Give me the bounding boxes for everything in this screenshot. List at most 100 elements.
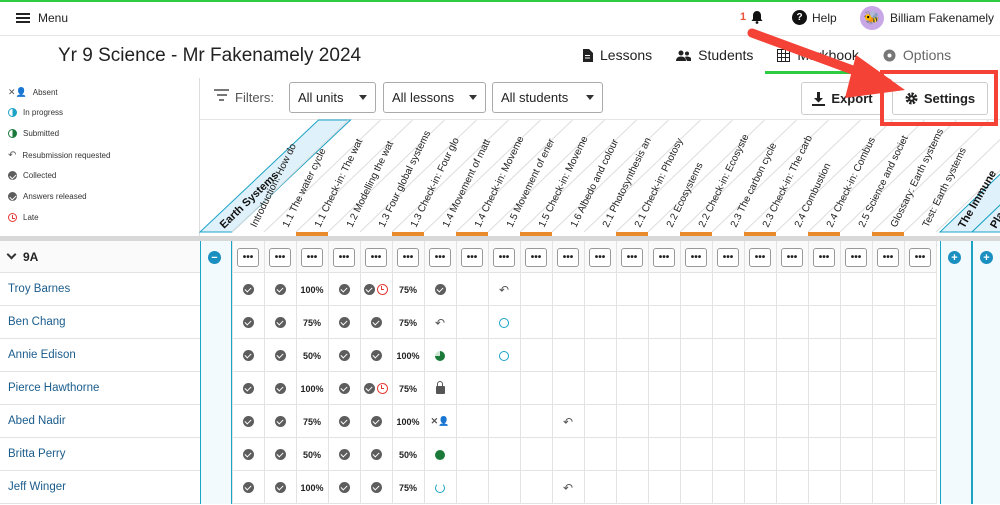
tab-markbook[interactable]: Markbook [765,36,872,74]
student-name[interactable]: Annie Edison [0,339,200,372]
mark-cell[interactable] [232,339,264,372]
mark-cell[interactable]: 100% [296,273,328,306]
more-options-button[interactable]: ••• [589,247,611,267]
more-options-button[interactable]: ••• [493,247,515,267]
student-name[interactable]: Britta Perry [0,438,200,471]
mark-cell[interactable]: 100% [392,339,424,372]
more-options-button[interactable]: ••• [813,247,835,267]
mark-cell[interactable] [232,438,264,471]
mark-cell[interactable] [264,339,296,372]
mark-cell[interactable]: ↶ [552,405,584,438]
mark-cell[interactable] [264,471,296,504]
mark-cell[interactable] [360,471,392,504]
more-options-button[interactable]: ••• [301,247,323,267]
more-options-button[interactable]: ••• [333,247,355,267]
more-options-button[interactable]: ••• [237,247,259,267]
student-name[interactable]: Pierce Hawthorne [0,372,200,405]
mark-cell[interactable] [360,438,392,471]
help-button[interactable]: ? Help [792,10,837,25]
mark-cell[interactable]: 75% [392,306,424,339]
more-options-button[interactable]: ••• [877,247,899,267]
mark-cell[interactable] [328,471,360,504]
more-options-button[interactable]: ••• [269,247,291,267]
lessons-select[interactable]: All lessons [383,82,486,113]
mark-cell[interactable] [360,339,392,372]
mark-cell[interactable] [488,306,520,339]
students-select[interactable]: All students [492,82,603,113]
mark-cell[interactable]: 75% [392,273,424,306]
more-options-button[interactable]: ••• [717,247,739,267]
more-options-button[interactable]: ••• [685,247,707,267]
mark-cell[interactable]: ✕👤 [424,405,456,438]
mark-cell[interactable]: 75% [296,306,328,339]
mark-cell[interactable]: ↶ [424,306,456,339]
mark-cell[interactable]: 100% [296,471,328,504]
more-options-button[interactable]: ••• [557,247,579,267]
mark-cell[interactable] [264,405,296,438]
mark-cell[interactable] [328,438,360,471]
mark-cell[interactable] [360,273,392,306]
mark-cell[interactable] [360,405,392,438]
mark-cell[interactable] [488,339,520,372]
mark-cell[interactable] [232,372,264,405]
expand-unit-button[interactable]: + [948,251,961,264]
more-options-button[interactable]: ••• [621,247,643,267]
tab-options[interactable]: Options [871,36,963,74]
mark-cell[interactable] [232,405,264,438]
more-options-button[interactable]: ••• [653,247,675,267]
mark-cell[interactable]: 50% [296,339,328,372]
collapse-unit-button[interactable]: − [208,251,221,264]
mark-cell[interactable]: 50% [296,438,328,471]
more-options-button[interactable]: ••• [909,247,931,267]
more-options-button[interactable]: ••• [429,247,451,267]
column-divider [551,119,669,233]
more-options-button[interactable]: ••• [525,247,547,267]
mark-cell[interactable]: 75% [392,372,424,405]
mark-cell[interactable] [264,306,296,339]
more-options-button[interactable]: ••• [397,247,419,267]
mark-cell[interactable] [328,405,360,438]
student-name[interactable]: Abed Nadir [0,405,200,438]
student-name[interactable]: Jeff Winger [0,471,200,504]
mark-cell[interactable] [424,372,456,405]
mark-cell[interactable]: 100% [392,405,424,438]
mark-cell[interactable] [424,438,456,471]
mark-cell[interactable]: 75% [392,471,424,504]
more-options-button[interactable]: ••• [461,247,483,267]
more-options-button[interactable]: ••• [845,247,867,267]
mark-cell[interactable] [360,372,392,405]
mark-cell[interactable]: 100% [296,372,328,405]
mark-cell[interactable] [424,273,456,306]
units-select[interactable]: All units [289,82,376,113]
mark-cell[interactable] [328,339,360,372]
more-options-button[interactable]: ••• [749,247,771,267]
mark-cell[interactable] [264,372,296,405]
mark-cell[interactable]: 75% [296,405,328,438]
student-name[interactable]: Troy Barnes [0,273,200,306]
mark-cell[interactable]: ↶ [552,471,584,504]
mark-cell[interactable] [328,372,360,405]
more-options-button[interactable]: ••• [365,247,387,267]
group-row-9a[interactable]: 9A [0,241,200,273]
tab-students[interactable]: Students [664,36,765,74]
mark-cell[interactable] [232,273,264,306]
mark-cell[interactable]: ↶ [488,273,520,306]
user-menu[interactable]: 🐝 Billiam Fakenamely [860,6,994,30]
expand-unit-button[interactable]: + [980,251,993,264]
mark-cell[interactable] [264,273,296,306]
student-name[interactable]: Ben Chang [0,306,200,339]
mark-cell[interactable] [232,471,264,504]
mark-cell[interactable]: 50% [392,438,424,471]
more-options-button[interactable]: ••• [781,247,803,267]
export-button[interactable]: Export [801,82,884,115]
mark-cell[interactable] [360,306,392,339]
menu-button[interactable]: Menu [16,11,68,25]
tab-lessons[interactable]: Lessons [570,36,664,74]
mark-cell[interactable] [328,306,360,339]
notifications-button[interactable]: 1 [740,10,764,24]
mark-cell[interactable] [264,438,296,471]
mark-cell[interactable] [232,306,264,339]
mark-cell[interactable] [424,339,456,372]
mark-cell[interactable] [424,471,456,504]
mark-cell[interactable] [328,273,360,306]
